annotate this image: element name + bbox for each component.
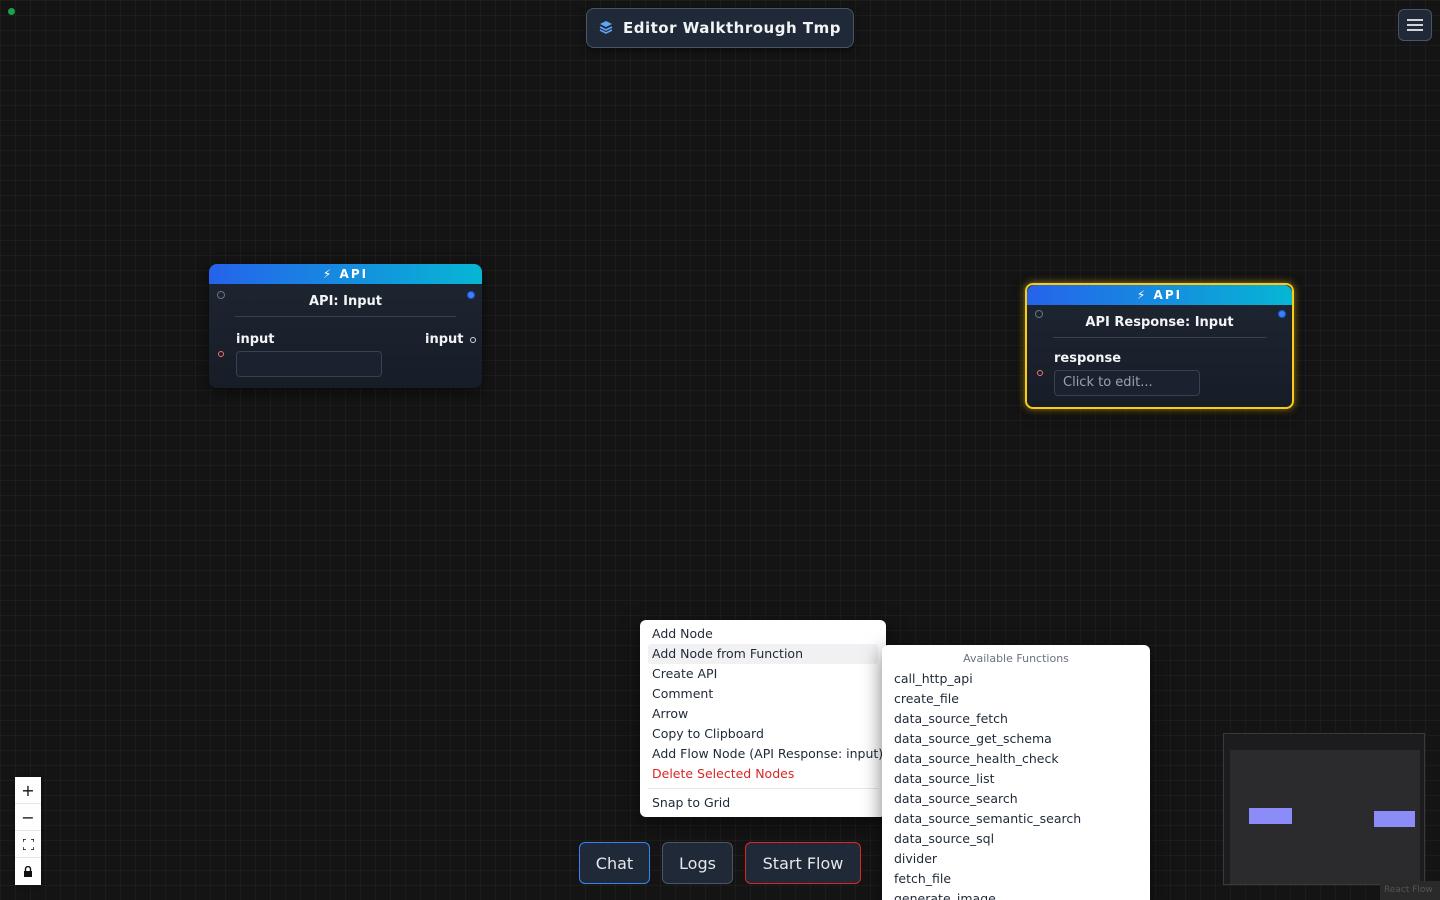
hamburger-icon bbox=[1407, 16, 1423, 35]
function-item[interactable]: data_source_sql bbox=[894, 829, 1138, 849]
menu-item-comment[interactable]: Comment bbox=[648, 684, 878, 704]
attribution-link[interactable]: React Flow bbox=[1380, 881, 1440, 900]
layers-icon bbox=[599, 19, 613, 38]
function-item[interactable]: data_source_search bbox=[894, 789, 1138, 809]
menu-item-delete-selected-nodes[interactable]: Delete Selected Nodes bbox=[648, 764, 878, 784]
functions-header: Available Functions bbox=[963, 652, 1069, 665]
fit-view-icon bbox=[21, 835, 35, 854]
flow-title-button[interactable]: Editor Walkthrough Tmp bbox=[586, 8, 854, 48]
function-item[interactable]: data_source_health_check bbox=[894, 749, 1138, 769]
minimap[interactable] bbox=[1223, 733, 1425, 885]
hamburger-menu-button[interactable] bbox=[1398, 9, 1432, 41]
flow-title: Editor Walkthrough Tmp bbox=[623, 19, 841, 37]
plus-icon: + bbox=[21, 780, 35, 800]
menu-item-arrow[interactable]: Arrow bbox=[648, 704, 878, 724]
chat-button[interactable]: Chat bbox=[579, 842, 650, 884]
status-indicator bbox=[8, 8, 15, 15]
menu-item-add-node-from-function[interactable]: Add Node from Function bbox=[648, 644, 878, 664]
api-response-node[interactable]: ⚡ API API Response: Input response Click… bbox=[1025, 283, 1294, 409]
lock-button[interactable] bbox=[15, 858, 41, 885]
function-item[interactable]: call_http_api bbox=[894, 669, 1138, 689]
logs-button[interactable]: Logs bbox=[662, 842, 733, 884]
node-title: API Response: Input bbox=[1085, 315, 1234, 330]
menu-item-add-flow-node[interactable]: Add Flow Node (API Response: input) bbox=[648, 744, 883, 764]
functions-submenu: Available Functions call_http_api create… bbox=[882, 645, 1150, 900]
start-flow-button[interactable]: Start Flow bbox=[745, 842, 861, 884]
field-output-handle[interactable] bbox=[470, 337, 476, 343]
menu-item-copy-to-clipboard[interactable]: Copy to Clipboard bbox=[648, 724, 878, 744]
field-label: input bbox=[236, 332, 275, 347]
node-input-handle[interactable] bbox=[217, 291, 225, 299]
node-type-badge: ⚡ API bbox=[209, 264, 482, 284]
field-input-handle[interactable] bbox=[218, 351, 224, 357]
input-field[interactable] bbox=[236, 351, 382, 377]
menu-item-create-api[interactable]: Create API bbox=[648, 664, 878, 684]
response-field[interactable]: Click to edit... bbox=[1054, 370, 1200, 396]
zoom-in-button[interactable]: + bbox=[15, 777, 41, 804]
node-divider bbox=[1053, 337, 1266, 338]
function-item[interactable]: data_source_semantic_search bbox=[894, 809, 1138, 829]
menu-item-add-node[interactable]: Add Node bbox=[648, 624, 878, 644]
node-divider bbox=[235, 316, 456, 317]
function-item[interactable]: create_file bbox=[894, 689, 1138, 709]
menu-item-snap-to-grid[interactable]: Snap to Grid bbox=[648, 793, 878, 813]
api-input-node[interactable]: ⚡ API API: Input input input bbox=[209, 264, 482, 388]
function-item[interactable]: data_source_list bbox=[894, 769, 1138, 789]
output-label: input bbox=[425, 332, 464, 347]
minimap-node bbox=[1249, 808, 1292, 824]
function-item[interactable]: data_source_get_schema bbox=[894, 729, 1138, 749]
minimap-node bbox=[1374, 811, 1415, 827]
fit-view-button[interactable] bbox=[15, 831, 41, 858]
node-input-handle[interactable] bbox=[1035, 310, 1043, 318]
node-output-handle[interactable] bbox=[1278, 310, 1286, 318]
function-item[interactable]: fetch_file bbox=[894, 869, 1138, 889]
node-type-badge: ⚡ API bbox=[1027, 285, 1292, 305]
lock-icon bbox=[23, 862, 33, 881]
function-item[interactable]: divider bbox=[894, 849, 1138, 869]
node-title: API: Input bbox=[308, 294, 383, 309]
field-input-handle[interactable] bbox=[1037, 370, 1043, 376]
field-label: response bbox=[1054, 351, 1122, 366]
zoom-out-button[interactable]: − bbox=[15, 804, 41, 831]
node-output-handle[interactable] bbox=[467, 291, 475, 299]
minus-icon: − bbox=[21, 807, 35, 827]
context-menu: Add Node Add Node from Function Create A… bbox=[640, 620, 886, 817]
function-item[interactable]: data_source_fetch bbox=[894, 709, 1138, 729]
menu-divider bbox=[648, 788, 878, 789]
function-item[interactable]: generate_image bbox=[894, 889, 1138, 900]
minimap-viewport bbox=[1230, 750, 1420, 884]
zoom-controls: + − bbox=[15, 777, 41, 885]
